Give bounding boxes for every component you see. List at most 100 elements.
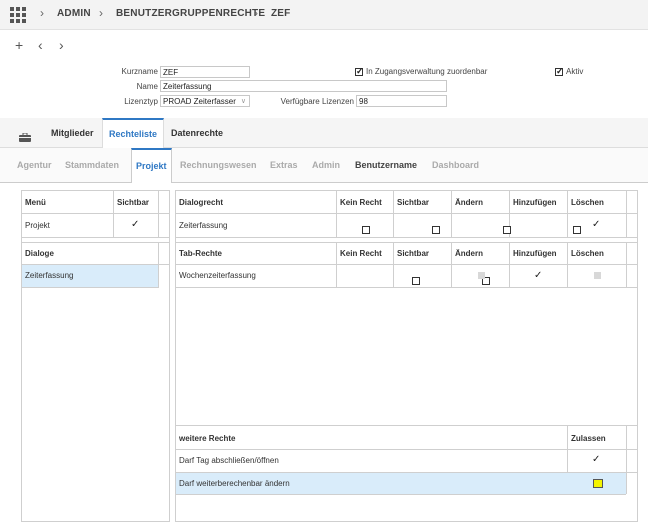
- verfuegbare-lizenzen-input: 98: [356, 95, 447, 107]
- tab-loeschen-disabled-box: [594, 272, 601, 279]
- divider: [22, 287, 158, 288]
- chevron-right-icon: ›: [40, 6, 44, 20]
- previous-icon[interactable]: ‹: [38, 38, 43, 52]
- menu-row-label: Projekt: [25, 221, 50, 230]
- briefcase-icon: [19, 129, 31, 142]
- name-input[interactable]: Zeiterfassung: [160, 80, 447, 92]
- lizenztyp-label: Lizenztyp: [124, 97, 158, 106]
- tab-rechte-header: Tab-Rechte: [179, 249, 222, 258]
- aktiv-checkbox-row[interactable]: Aktiv: [555, 66, 584, 77]
- aendern-header: Ändern: [455, 198, 483, 207]
- zulassen-check-icon[interactable]: ✓: [592, 455, 600, 465]
- divider: [626, 191, 627, 237]
- divider: [567, 191, 568, 237]
- kein-recht-header: Kein Recht: [340, 249, 382, 258]
- dialogrecht-header: Dialogrecht: [179, 198, 224, 207]
- kein-recht-header: Kein Recht: [340, 198, 382, 207]
- zuordenbar-label: In Zugangsverwaltung zuordenbar: [366, 67, 488, 76]
- subtab-stammdaten[interactable]: Stammdaten: [61, 148, 123, 183]
- left-panel: [21, 190, 170, 522]
- divider: [626, 426, 627, 494]
- subtab-rechnungswesen[interactable]: Rechnungswesen: [176, 148, 261, 183]
- subtab-extras[interactable]: Extras: [266, 148, 302, 183]
- divider: [176, 213, 637, 214]
- dialog-loeschen-check-icon[interactable]: ✓: [592, 220, 600, 230]
- weitere-row-label: Darf weiterberechenbar ändern: [179, 479, 290, 488]
- name-label: Name: [136, 82, 158, 91]
- aendern-header: Ändern: [455, 249, 483, 258]
- verfuegbare-lizenzen-label: Verfügbare Lizenzen: [280, 97, 354, 106]
- tab-mitglieder[interactable]: Mitglieder: [45, 118, 100, 148]
- subtab-benutzername[interactable]: Benutzername: [351, 148, 421, 183]
- loeschen-header: Löschen: [571, 198, 604, 207]
- breadcrumb-benutzergruppenrechte[interactable]: BENUTZERGRUPPENRECHTE: [116, 8, 265, 19]
- divider: [158, 191, 159, 237]
- dialoge-header: Dialoge: [25, 249, 54, 258]
- subtab-admin[interactable]: Admin: [308, 148, 344, 183]
- divider: [22, 213, 169, 214]
- divider: [451, 191, 452, 237]
- sichtbar-header: Sichtbar: [397, 198, 430, 207]
- chevron-right-icon: ›: [254, 6, 258, 20]
- dialogrecht-row-label: Zeiterfassung: [179, 221, 228, 230]
- dialog-aendern-checkbox[interactable]: [502, 226, 511, 234]
- next-icon[interactable]: ›: [59, 38, 64, 52]
- tab-datenrechte[interactable]: Datenrechte: [165, 118, 229, 148]
- breadcrumb-admin[interactable]: ADMIN: [57, 8, 91, 19]
- chevron-right-icon: ›: [99, 6, 103, 20]
- tab-rechte-row-label: Wochenzeiterfassung: [179, 271, 256, 280]
- lizenztyp-select[interactable]: PROAD Zeiterfasser ∨: [160, 95, 250, 107]
- kurzname-label: Kurzname: [121, 67, 158, 76]
- tab-aendern-disabled-box: [478, 272, 485, 279]
- divider: [176, 237, 637, 238]
- aktiv-checkbox[interactable]: [555, 66, 564, 77]
- zuordenbar-checkbox-row[interactable]: In Zugangsverwaltung zuordenbar: [355, 66, 488, 77]
- divider: [336, 191, 337, 237]
- dialog-hinzufuegen-checkbox[interactable]: [573, 226, 582, 234]
- divider: [22, 237, 169, 238]
- divider: [176, 449, 637, 450]
- divider: [158, 242, 159, 288]
- subtab-agentur[interactable]: Agentur: [13, 148, 56, 183]
- divider: [176, 287, 637, 288]
- divider: [451, 242, 452, 288]
- divider: [22, 242, 169, 243]
- sichtbar-header: Sichtbar: [397, 249, 430, 258]
- dialog-sichtbar-checkbox[interactable]: [432, 226, 441, 234]
- weitere-row-label: Darf Tag abschließen/öffnen: [179, 456, 279, 465]
- menu-header: Menü: [25, 198, 46, 207]
- divider: [176, 494, 626, 495]
- tab-hinzufuegen-check-icon[interactable]: ✓: [534, 271, 542, 281]
- breadcrumb-current: ZEF: [271, 8, 291, 19]
- loeschen-header: Löschen: [571, 249, 604, 258]
- divider: [176, 264, 637, 265]
- hinzufuegen-header: Hinzufügen: [513, 249, 557, 258]
- subtab-projekt[interactable]: Projekt: [131, 148, 172, 183]
- divider: [567, 242, 568, 288]
- subtab-dashboard[interactable]: Dashboard: [428, 148, 483, 183]
- kurzname-input[interactable]: ZEF: [160, 66, 250, 78]
- sichtbar-check-icon[interactable]: ✓: [131, 220, 139, 230]
- divider: [113, 191, 114, 237]
- hinzufuegen-header: Hinzufügen: [513, 198, 557, 207]
- sichtbar-header: Sichtbar: [117, 198, 150, 207]
- chevron-down-icon: ∨: [240, 98, 246, 105]
- divider: [393, 242, 394, 288]
- divider: [626, 242, 627, 288]
- lizenztyp-value: PROAD Zeiterfasser: [163, 97, 236, 106]
- dialoge-item[interactable]: Zeiterfassung: [25, 271, 73, 280]
- aktiv-label: Aktiv: [566, 67, 584, 76]
- divider: [393, 191, 394, 237]
- divider: [509, 242, 510, 288]
- tab-rechteliste[interactable]: Rechteliste: [102, 118, 165, 148]
- add-icon[interactable]: +: [15, 38, 23, 52]
- zuordenbar-checkbox[interactable]: [355, 66, 364, 77]
- tab-kein-recht-checkbox[interactable]: [411, 277, 420, 285]
- weitere-rechte-header: weitere Rechte: [179, 434, 236, 443]
- dialog-kein-recht-checkbox[interactable]: [362, 226, 370, 234]
- top-bar: [0, 0, 648, 30]
- divider: [336, 242, 337, 288]
- app-grid-icon[interactable]: [10, 7, 26, 23]
- zulassen-focused-checkbox[interactable]: [593, 479, 603, 488]
- zulassen-header: Zulassen: [571, 434, 606, 443]
